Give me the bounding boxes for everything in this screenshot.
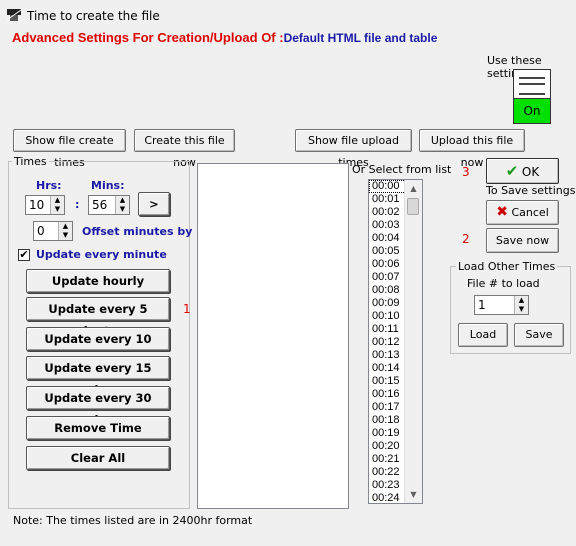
show-upload-times-button[interactable]: Show file upload times [295,129,412,169]
offset-spinner[interactable]: 0 ▲ ▼ [33,221,73,241]
format-note: Note: The times listed are in 2400hr for… [13,514,253,527]
page-heading: Advanced Settings For Creation/Upload Of… [12,30,437,45]
save-now-button[interactable]: Save now [486,228,559,253]
hrs-spinner[interactable]: 10 ▲ ▼ [25,195,65,215]
spin-down-icon[interactable]: ▼ [515,305,528,314]
to-save-label: To Save settings [486,184,576,197]
marker-2: 2 [462,232,470,246]
offset-value: 0 [37,224,45,238]
heading-main: Advanced Settings For Creation/Upload Of… [12,30,284,45]
app-icon [6,9,22,21]
toggle-state: On [514,98,550,123]
scroll-up-icon[interactable]: ▲ [405,180,422,197]
cancel-label: Cancel [511,206,549,219]
update-every-minute-label: Update every minute [36,248,167,261]
remove-time-button[interactable]: Remove Time [26,416,170,440]
add-time-button[interactable]: > [138,192,170,216]
clear-all-button[interactable]: Clear All [26,446,170,470]
heading-sub: Default HTML file and table [283,31,438,45]
create-now-button[interactable]: Create this file now [134,129,235,169]
close-icon: ✖ [496,204,508,220]
update-5-minutes-button[interactable]: Update every 5 minutes [26,297,170,338]
cancel-button[interactable]: ✖ Cancel [486,200,559,225]
ok-button[interactable]: ✔ OK [486,158,559,184]
update-10-mins-button[interactable]: Update every 10 mins [26,327,170,368]
check-icon: ✔ [505,162,519,180]
file-number-spinner[interactable]: 1 ▲ ▼ [474,295,529,315]
toggle-lines-icon [519,77,545,95]
update-15-mins-button[interactable]: Update every 15 mins [26,356,170,397]
selected-times-list[interactable] [197,163,349,509]
update-every-minute-checkbox[interactable]: ✔ [18,249,30,261]
time-colon: : [75,198,80,211]
title-bar: Time to create the file [0,0,576,28]
load-button[interactable]: Load [458,323,508,347]
ok-label: OK [521,165,540,179]
mins-label: Mins: [91,179,125,192]
marker-3: 3 [462,165,470,179]
update-hourly-button[interactable]: Update hourly [26,269,170,293]
load-times-group-label: Load Other Times [456,260,558,273]
time-select-list[interactable]: 00:00 00:01 00:02 00:03 00:04 00:05 00:06 00:07… [368,179,423,504]
scroll-down-icon[interactable]: ▼ [405,486,422,503]
file-number-value: 1 [478,298,486,312]
update-30-mins-button[interactable]: Update every 30 mins [26,386,170,427]
marker-1: 1 [183,302,191,316]
scrollbar[interactable]: ▲ ▼ [404,180,422,503]
file-number-label: File # to load [467,277,540,290]
save-button[interactable]: Save [514,323,564,347]
hrs-value: 10 [29,198,45,212]
mins-value: 56 [92,198,108,212]
mins-spinner[interactable]: 56 ▲ ▼ [88,195,130,215]
spin-down-icon[interactable]: ▼ [59,231,72,240]
window-title: Time to create the file [27,9,160,23]
select-list-label: Or Select from list [352,163,452,176]
scroll-thumb[interactable] [407,198,419,215]
spin-down-icon[interactable]: ▼ [51,205,64,214]
hrs-label: Hrs: [36,179,62,192]
upload-now-button[interactable]: Upload this file now [419,129,525,169]
use-settings-toggle[interactable]: On [513,69,551,124]
show-create-times-button[interactable]: Show file create times [13,129,126,169]
offset-label: Offset minutes by [82,225,193,238]
times-group-label: Times [12,155,49,168]
spin-down-icon[interactable]: ▼ [116,205,129,214]
